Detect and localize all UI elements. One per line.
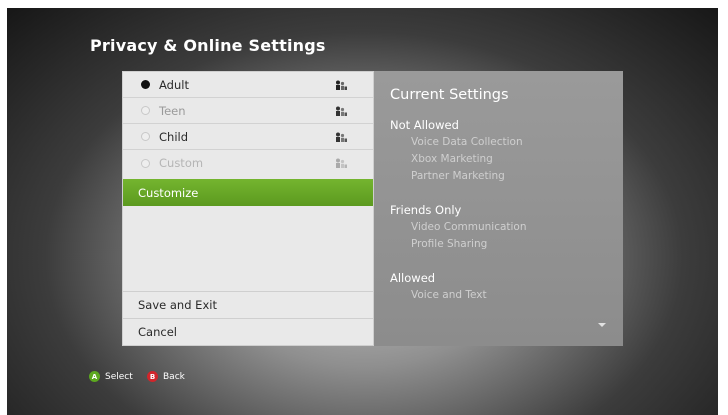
cancel-label: Cancel [138,325,177,339]
frame-top [0,0,728,8]
current-settings-title: Current Settings [390,87,509,103]
people-icon [336,132,347,142]
friends-only-heading: Friends Only [390,203,462,217]
allowed-heading: Allowed [390,271,436,285]
current-settings-panel[interactable]: Current Settings Not Allowed Voice Data … [374,71,623,346]
page-title: Privacy & Online Settings [90,36,326,55]
option-label: Child [159,129,189,144]
people-icon [336,158,347,168]
option-adult[interactable]: Adult [123,72,373,98]
customize-button[interactable]: Customize [123,179,373,206]
setting-item: Voice Data Collection [411,136,523,148]
option-label: Custom [159,156,204,170]
select-label: Select [105,371,133,382]
frame-left [0,0,7,415]
back-label: Back [163,371,185,382]
setting-item: Profile Sharing [411,238,488,250]
options-list: Adult Teen Child Custom Customize Save a… [122,71,374,346]
save-and-exit-button[interactable]: Save and Exit [123,291,373,318]
option-label: Teen [159,103,186,118]
setting-item: Video Communication [411,221,527,233]
option-custom[interactable]: Custom [123,150,373,176]
chevron-down-icon[interactable] [598,323,606,327]
setting-item: Xbox Marketing [411,153,493,165]
people-icon [336,106,347,116]
radio-empty-icon [141,132,150,141]
people-icon [336,80,347,90]
setting-item: Partner Marketing [411,170,505,182]
option-teen[interactable]: Teen [123,98,373,124]
radio-selected-icon [141,80,150,89]
customize-label: Customize [138,185,199,200]
b-button-icon: B [147,371,158,382]
frame-right [718,0,728,415]
not-allowed-heading: Not Allowed [390,118,459,132]
radio-empty-icon [141,106,150,115]
back-hint: B Back [147,371,185,382]
a-button-icon: A [89,371,100,382]
select-hint: A Select [89,371,133,382]
cancel-button[interactable]: Cancel [123,318,373,345]
radio-empty-icon [141,158,150,168]
option-child[interactable]: Child [123,124,373,150]
option-label: Adult [159,77,189,92]
save-and-exit-label: Save and Exit [138,298,217,312]
setting-item: Voice and Text [411,289,487,301]
